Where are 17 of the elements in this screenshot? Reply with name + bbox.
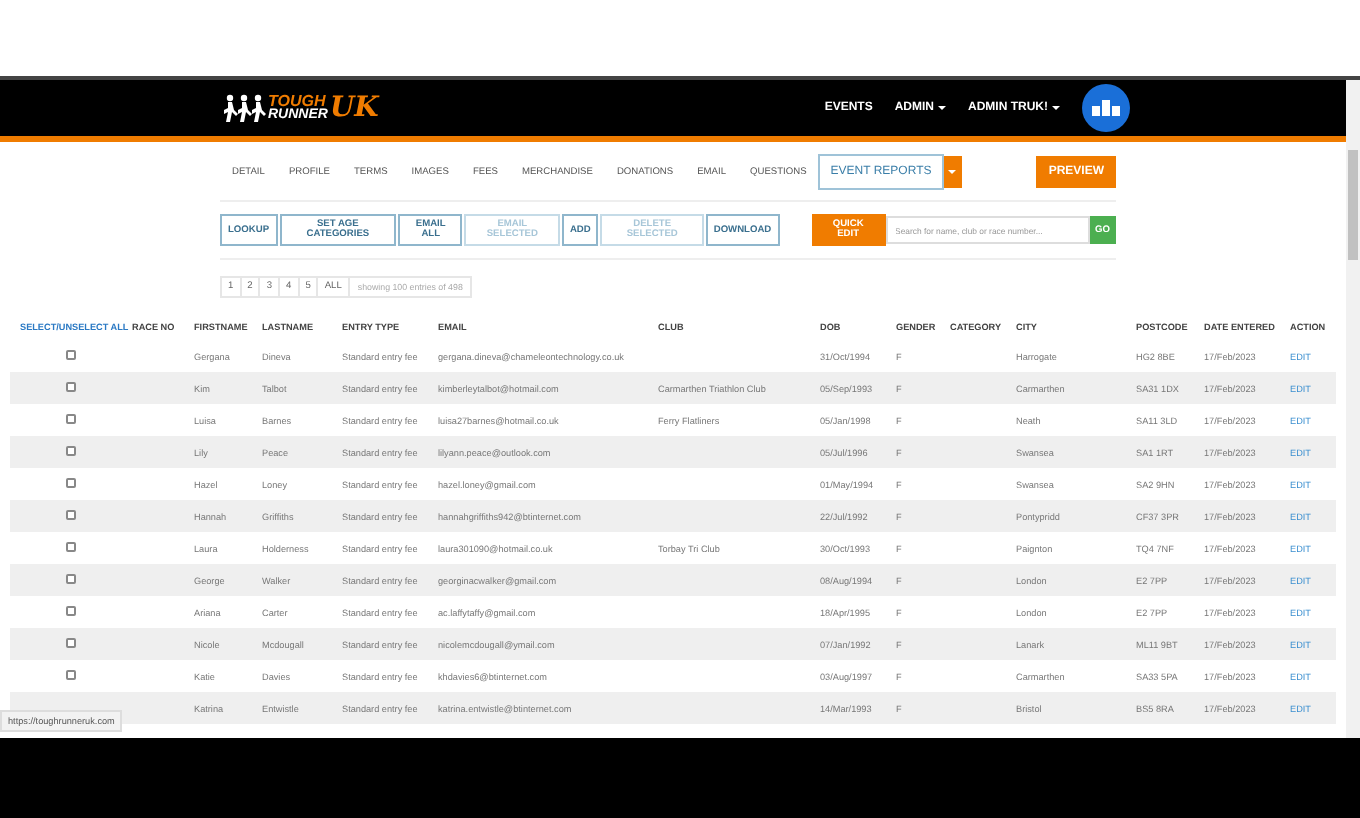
- row-checkbox[interactable]: [66, 574, 76, 584]
- logo-text: TOUGH: [268, 94, 326, 108]
- row-checkbox[interactable]: [66, 606, 76, 616]
- scrollbar[interactable]: [1346, 80, 1360, 738]
- row-checkbox[interactable]: [66, 446, 76, 456]
- row-checkbox[interactable]: [66, 510, 76, 520]
- row-checkbox[interactable]: [66, 382, 76, 392]
- avatar[interactable]: [1082, 84, 1130, 132]
- row-checkbox[interactable]: [66, 414, 76, 424]
- row-checkbox[interactable]: [66, 478, 76, 488]
- row-checkbox[interactable]: [66, 638, 76, 648]
- row-checkbox[interactable]: [66, 542, 76, 552]
- logo-text: UK: [329, 92, 379, 124]
- row-checkbox[interactable]: [66, 350, 76, 360]
- runners-icon: [222, 94, 266, 122]
- row-checkbox[interactable]: [66, 670, 76, 680]
- blocks-icon: [1092, 100, 1120, 116]
